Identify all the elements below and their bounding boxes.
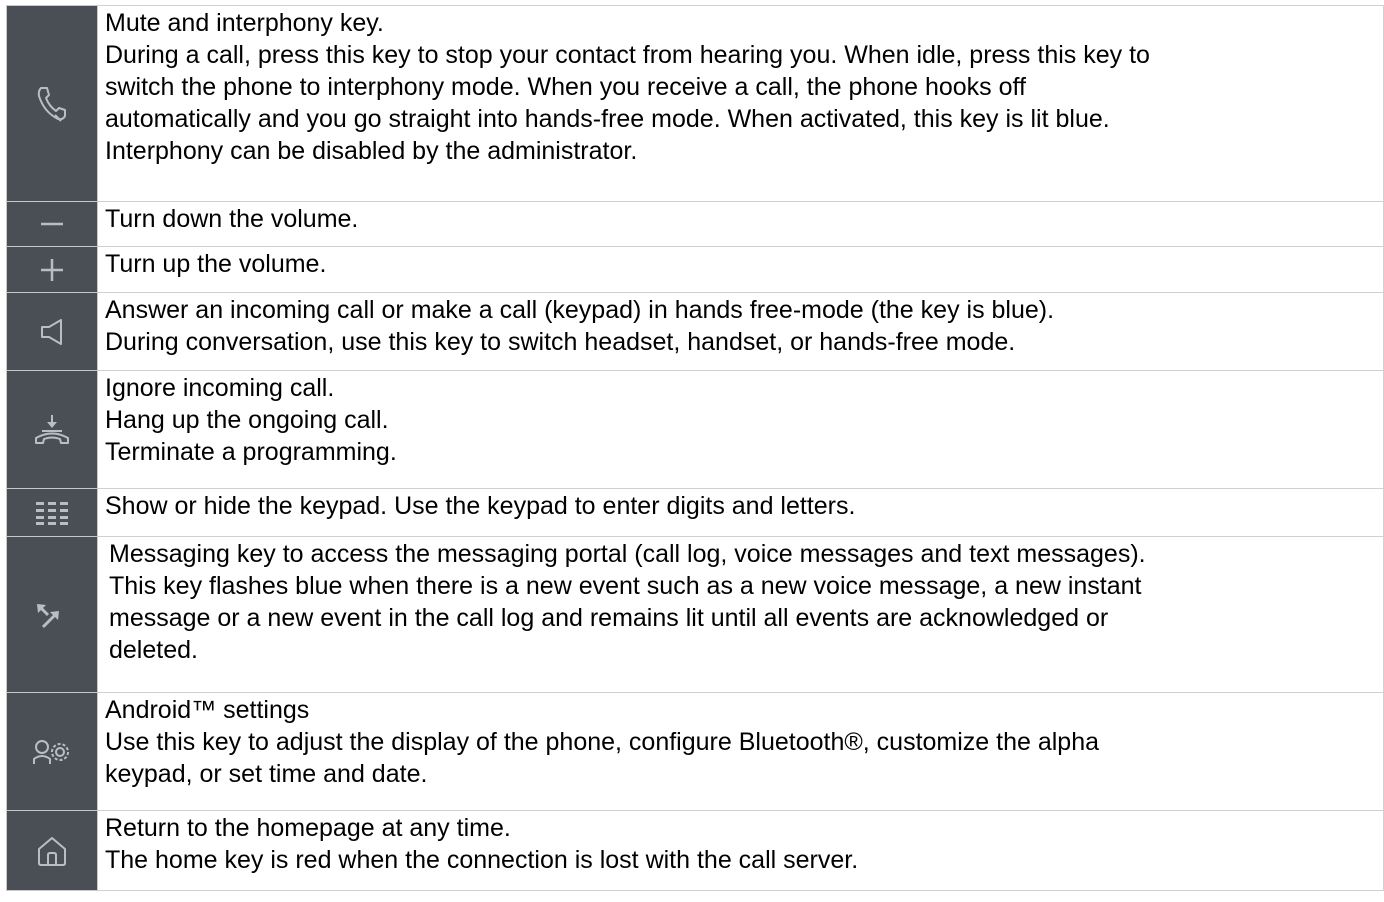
description-line: keypad, or set time and date. bbox=[105, 760, 428, 788]
messaging-icon bbox=[35, 600, 69, 630]
icon-cell bbox=[6, 292, 98, 371]
description-cell: Messaging key to access the messaging po… bbox=[97, 536, 1384, 693]
home-icon bbox=[36, 835, 68, 867]
table-row: Return to the homepage at any time. The … bbox=[6, 810, 1384, 891]
description-line: Show or hide the keypad. Use the keypad … bbox=[105, 492, 856, 520]
icon-cell bbox=[6, 370, 98, 489]
icon-cell bbox=[6, 810, 98, 891]
table-row: Answer an incoming call or make a call (… bbox=[6, 292, 1384, 371]
description-cell: Answer an incoming call or make a call (… bbox=[97, 292, 1384, 371]
table-row: Show or hide the keypad. Use the keypad … bbox=[6, 488, 1384, 537]
description-cell: Turn up the volume. bbox=[97, 246, 1384, 293]
description-line: During a call, press this key to stop yo… bbox=[105, 41, 1150, 69]
description-line: During conversation, use this key to swi… bbox=[105, 328, 1016, 356]
description-line: Turn down the volume. bbox=[105, 205, 359, 233]
description-line: Mute and interphony key. bbox=[105, 9, 384, 37]
description-line: Interphony can be disabled by the admini… bbox=[105, 137, 638, 165]
description-line: Terminate a programming. bbox=[105, 438, 397, 466]
description-line: Hang up the ongoing call. bbox=[105, 406, 389, 434]
description-line: Answer an incoming call or make a call (… bbox=[105, 296, 1055, 324]
description-cell: Return to the homepage at any time. The … bbox=[97, 810, 1384, 891]
description-line: This key flashes blue when there is a ne… bbox=[109, 572, 1142, 600]
keypad-icon bbox=[35, 500, 69, 526]
icon-cell bbox=[6, 246, 98, 293]
handset-icon bbox=[36, 86, 68, 122]
description-cell: Turn down the volume. bbox=[97, 201, 1384, 247]
description-cell: Ignore incoming call. Hang up the ongoin… bbox=[97, 370, 1384, 489]
icon-cell bbox=[6, 488, 98, 537]
description-line: deleted. bbox=[109, 636, 198, 664]
table-row: Android™ settings Use this key to adjust… bbox=[6, 692, 1384, 811]
hang-up-icon bbox=[33, 413, 71, 447]
plus-icon bbox=[39, 257, 65, 283]
table-row: Ignore incoming call. Hang up the ongoin… bbox=[6, 370, 1384, 489]
phone-keys-table: Mute and interphony key. During a call, … bbox=[6, 5, 1384, 891]
description-line: Turn up the volume. bbox=[105, 250, 327, 278]
description-line: Return to the homepage at any time. bbox=[105, 814, 511, 842]
icon-cell bbox=[6, 692, 98, 811]
icon-cell bbox=[6, 536, 98, 693]
description-line: switch the phone to interphony mode. Whe… bbox=[105, 73, 1026, 101]
icon-cell bbox=[6, 5, 98, 202]
settings-icon bbox=[32, 737, 72, 767]
description-line: The home key is red when the connection … bbox=[105, 846, 859, 874]
description-line: automatically and you go straight into h… bbox=[105, 105, 1110, 133]
speaker-icon bbox=[39, 317, 65, 347]
table-row: Turn down the volume. bbox=[6, 201, 1384, 247]
table-row: Mute and interphony key. During a call, … bbox=[6, 5, 1384, 202]
table-row: Messaging key to access the messaging po… bbox=[6, 536, 1384, 693]
minus-icon bbox=[39, 211, 65, 237]
description-line: message or a new event in the call log a… bbox=[109, 604, 1109, 632]
table-row: Turn up the volume. bbox=[6, 246, 1384, 293]
description-cell: Mute and interphony key. During a call, … bbox=[97, 5, 1384, 202]
description-line: Messaging key to access the messaging po… bbox=[109, 540, 1146, 568]
description-line: Ignore incoming call. bbox=[105, 374, 335, 402]
description-line: Android™ settings bbox=[105, 696, 310, 724]
description-line: Use this key to adjust the display of th… bbox=[105, 728, 1100, 756]
description-cell: Show or hide the keypad. Use the keypad … bbox=[97, 488, 1384, 537]
description-cell: Android™ settings Use this key to adjust… bbox=[97, 692, 1384, 811]
icon-cell bbox=[6, 201, 98, 247]
